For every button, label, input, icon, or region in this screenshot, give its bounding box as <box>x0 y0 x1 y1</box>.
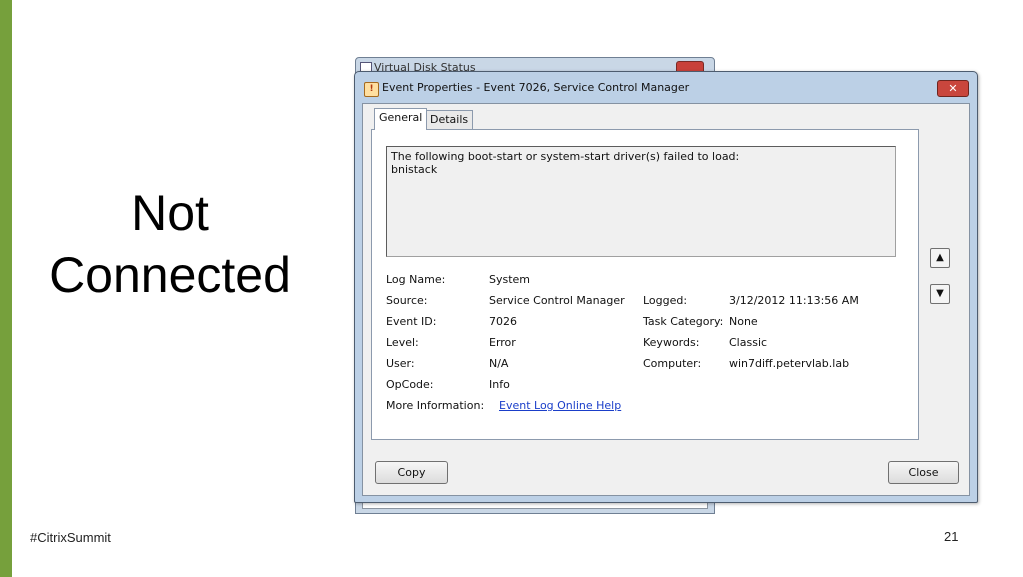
dialog-close-button[interactable]: ✕ <box>937 80 969 97</box>
event-id-label: Event ID: <box>386 315 437 328</box>
copy-button[interactable]: Copy <box>375 461 448 484</box>
event-viewer-icon: ! <box>364 82 379 97</box>
log-name-value: System <box>489 273 531 286</box>
hashtag-footer: #CitrixSummit <box>30 530 111 545</box>
slide-title: Not Connected <box>20 182 320 306</box>
event-id-value: 7026 <box>489 315 517 328</box>
task-category-label: Task Category: <box>643 315 724 328</box>
accent-bar <box>0 0 12 577</box>
arrow-down-icon: ▼ <box>936 288 944 299</box>
slide-title-line1: Not <box>131 185 209 241</box>
logged-value: 3/12/2012 11:13:56 AM <box>729 294 859 307</box>
dialog-title: Event Properties - Event 7026, Service C… <box>382 81 690 94</box>
previous-event-button[interactable]: ▲ <box>930 248 950 268</box>
logged-label: Logged: <box>643 294 688 307</box>
opcode-label: OpCode: <box>386 378 434 391</box>
close-icon: ✕ <box>948 82 958 95</box>
level-label: Level: <box>386 336 419 349</box>
arrow-up-icon: ▲ <box>936 252 944 263</box>
user-label: User: <box>386 357 415 370</box>
general-tab-panel: The following boot-start or system-start… <box>371 129 919 440</box>
event-log-online-help-link[interactable]: Event Log Online Help <box>499 399 621 412</box>
task-category-value: None <box>729 315 758 328</box>
description-line: The following boot-start or system-start… <box>391 150 740 163</box>
keywords-label: Keywords: <box>643 336 700 349</box>
event-description-box[interactable]: The following boot-start or system-start… <box>386 146 896 257</box>
dialog-client-area: General Details The following boot-start… <box>362 103 970 496</box>
level-value: Error <box>489 336 516 349</box>
event-properties-dialog: ! Event Properties - Event 7026, Service… <box>354 71 978 503</box>
tab-general[interactable]: General <box>374 108 428 130</box>
slide-title-line2: Connected <box>49 247 291 303</box>
computer-label: Computer: <box>643 357 702 370</box>
description-line: bnistack <box>391 163 438 176</box>
keywords-value: Classic <box>729 336 768 349</box>
computer-value: win7diff.petervlab.lab <box>729 357 850 370</box>
source-label: Source: <box>386 294 428 307</box>
user-value: N/A <box>489 357 509 370</box>
source-value: Service Control Manager <box>489 294 625 307</box>
opcode-value: Info <box>489 378 510 391</box>
more-information-label: More Information: <box>386 399 485 412</box>
next-event-button[interactable]: ▼ <box>930 284 950 304</box>
close-button[interactable]: Close <box>888 461 959 484</box>
log-name-label: Log Name: <box>386 273 446 286</box>
tab-details[interactable]: Details <box>425 110 474 129</box>
page-number: 21 <box>944 529 959 544</box>
